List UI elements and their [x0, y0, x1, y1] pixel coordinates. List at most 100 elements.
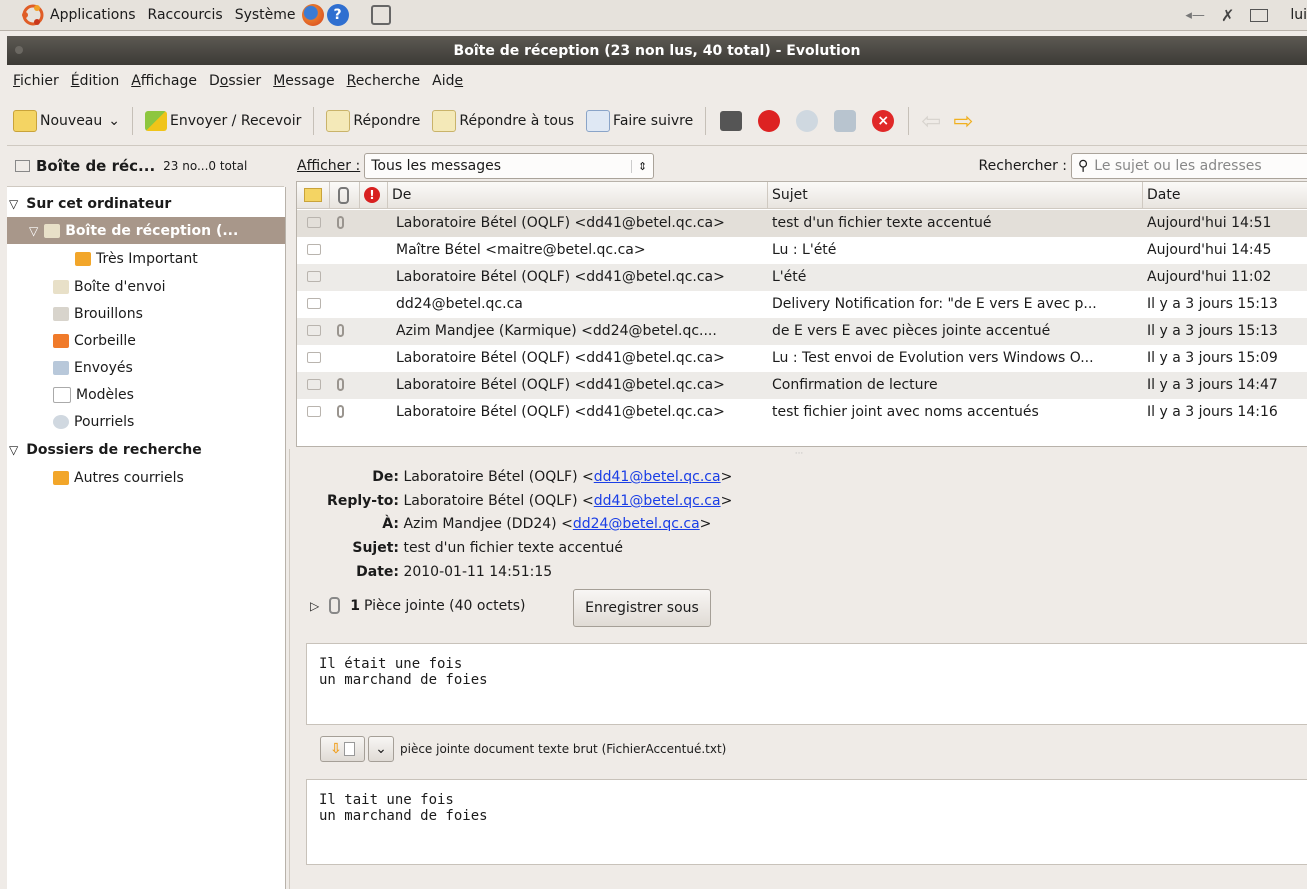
menu-file[interactable]: Fichier: [7, 73, 65, 89]
envelope-icon: [15, 160, 30, 172]
message-date: Il y a 3 jours 15:09: [1147, 350, 1278, 366]
paperclip-icon: [337, 405, 344, 418]
message-row[interactable]: Azim Mandjee (Karmique) <dd24@betel.qc..…: [297, 318, 1307, 345]
folder-header: Boîte de réc... 23 no...0 total: [7, 146, 284, 187]
tree-item-outbox[interactable]: Boîte d'envoi: [7, 273, 285, 300]
screenshot-icon[interactable]: [370, 5, 391, 25]
envelope-icon[interactable]: [307, 379, 321, 390]
tree-item-other[interactable]: Autres courriels: [7, 464, 285, 491]
message-row[interactable]: Laboratoire Bétel (OQLF) <dd41@betel.qc.…: [297, 399, 1307, 426]
envelope-icon[interactable]: [307, 406, 321, 417]
menu-view[interactable]: Affichage: [125, 73, 203, 89]
firefox-icon[interactable]: [301, 4, 324, 26]
tree-item-important[interactable]: Très Important: [7, 245, 285, 272]
reply-email-link[interactable]: dd41@betel.qc.ca: [594, 493, 721, 509]
from-email-link[interactable]: dd41@betel.qc.ca: [594, 469, 721, 485]
message-date: Il y a 3 jours 15:13: [1147, 296, 1278, 312]
message-row[interactable]: Laboratoire Bétel (OQLF) <dd41@betel.qc.…: [297, 372, 1307, 399]
expander-right-icon[interactable]: ▷: [310, 599, 319, 613]
col-date[interactable]: Date: [1143, 182, 1307, 209]
attachment-header: ⇩ ⌄ pièce jointe document texte brut (Fi…: [320, 736, 726, 762]
ubuntu-logo-icon[interactable]: [22, 4, 44, 26]
templates-icon: [53, 386, 71, 403]
expander-icon[interactable]: ▽: [9, 443, 18, 457]
help-icon[interactable]: ?: [326, 4, 349, 26]
reply-button[interactable]: Répondre: [320, 103, 426, 139]
message-from: Laboratoire Bétel (OQLF) <dd41@betel.qc.…: [396, 269, 725, 285]
message-body-2: Il tait une fois un marchand de foies: [306, 779, 1307, 865]
tree-item-trash[interactable]: Corbeille: [7, 327, 285, 354]
col-status[interactable]: [297, 182, 330, 209]
envelope-icon[interactable]: [307, 271, 321, 282]
trash-icon: [53, 333, 69, 348]
tree-section-search[interactable]: ▽ Dossiers de recherche: [7, 436, 285, 463]
previous-arrow-icon[interactable]: ⇦: [921, 107, 941, 135]
reply-icon: [326, 110, 351, 132]
search-label: Rechercher :: [978, 158, 1067, 174]
expander-icon[interactable]: ▽: [29, 224, 38, 238]
attachment-menu-button[interactable]: ⌄: [368, 736, 394, 762]
message-from: dd24@betel.qc.ca: [396, 296, 523, 312]
envelope-icon[interactable]: [307, 352, 321, 363]
menu-search[interactable]: Recherche: [341, 73, 427, 89]
sent-icon: [53, 360, 69, 375]
folder-header-name: Boîte de réc...: [36, 157, 156, 175]
header-date: Date: 2010-01-11 14:51:15: [356, 564, 553, 580]
network-icon[interactable]: ✗: [1221, 6, 1234, 25]
message-from: Maître Bétel <maitre@betel.qc.ca>: [396, 242, 646, 258]
col-subject[interactable]: Sujet: [768, 182, 1143, 209]
tree-item-junk[interactable]: Pourriels: [7, 408, 285, 435]
outbox-icon: [53, 279, 69, 294]
user-menu[interactable]: lui: [1284, 7, 1307, 23]
new-button[interactable]: Nouveau ⌄: [7, 103, 126, 139]
tree-item-sent[interactable]: Envoyés: [7, 354, 285, 381]
window-menu-icon[interactable]: [15, 46, 23, 54]
applications-menu[interactable]: Applications: [44, 7, 142, 23]
tree-item-inbox[interactable]: ▽ Boîte de réception (...: [7, 217, 285, 244]
message-row[interactable]: Laboratoire Bétel (OQLF) <dd41@betel.qc.…: [297, 210, 1307, 237]
envelope-icon[interactable]: [307, 244, 321, 255]
search-input[interactable]: ⚲ Le sujet ou les adresses: [1071, 153, 1307, 179]
mail-indicator-icon[interactable]: [1250, 8, 1269, 22]
search-folder-icon: [53, 470, 69, 485]
forward-button[interactable]: Faire suivre: [580, 103, 699, 139]
message-from: Laboratoire Bétel (OQLF) <dd41@betel.qc.…: [396, 215, 725, 231]
menu-edit[interactable]: Édition: [65, 73, 125, 89]
envelope-icon[interactable]: [307, 298, 321, 309]
menu-help[interactable]: Aide: [426, 73, 469, 89]
cancel-icon[interactable]: ×: [872, 110, 895, 132]
menu-message[interactable]: Message: [267, 73, 340, 89]
print-icon[interactable]: [720, 111, 743, 131]
menu-folder[interactable]: Dossier: [203, 73, 267, 89]
message-row[interactable]: Laboratoire Bétel (OQLF) <dd41@betel.qc.…: [297, 345, 1307, 372]
delete-icon[interactable]: [834, 110, 857, 132]
col-attachment[interactable]: [330, 182, 360, 209]
message-row[interactable]: Laboratoire Bétel (OQLF) <dd41@betel.qc.…: [297, 264, 1307, 291]
expander-icon[interactable]: ▽: [9, 197, 18, 211]
not-junk-icon[interactable]: [796, 110, 819, 132]
envelope-icon[interactable]: [307, 325, 321, 336]
send-receive-button[interactable]: Envoyer / Recevoir: [139, 103, 307, 139]
message-row[interactable]: dd24@betel.qc.ca Delivery Notification fo…: [297, 291, 1307, 318]
envelope-icon[interactable]: [307, 217, 321, 228]
junk-folder-icon: [53, 414, 69, 429]
reply-all-button[interactable]: Répondre à tous: [426, 103, 580, 139]
col-flag[interactable]: !: [360, 182, 388, 209]
system-menu[interactable]: Système: [229, 7, 302, 23]
show-filter-select[interactable]: Tous les messages ⇕: [364, 153, 655, 179]
tree-section-local[interactable]: ▽ Sur cet ordinateur: [7, 190, 285, 217]
message-row[interactable]: Maître Bétel <maitre@betel.qc.ca> Lu : L'…: [297, 237, 1307, 264]
save-as-button[interactable]: Enregistrer sous: [573, 589, 711, 627]
places-menu[interactable]: Raccourcis: [142, 7, 229, 23]
volume-icon[interactable]: ◂—: [1185, 8, 1205, 23]
pane-handle[interactable]: ···: [290, 449, 1307, 459]
junk-icon[interactable]: [758, 110, 781, 132]
to-email-link[interactable]: dd24@betel.qc.ca: [573, 516, 700, 532]
tree-item-drafts[interactable]: Brouillons: [7, 300, 285, 327]
col-from[interactable]: De: [388, 182, 768, 209]
next-arrow-icon[interactable]: ⇨: [953, 107, 973, 135]
attachment-save-button[interactable]: ⇩: [320, 736, 365, 762]
tree-item-templates[interactable]: Modèles: [7, 381, 285, 408]
window-titlebar[interactable]: Boîte de réception (23 non lus, 40 total…: [7, 36, 1307, 65]
message-subject: de E vers E avec pièces jointe accentué: [772, 323, 1051, 339]
